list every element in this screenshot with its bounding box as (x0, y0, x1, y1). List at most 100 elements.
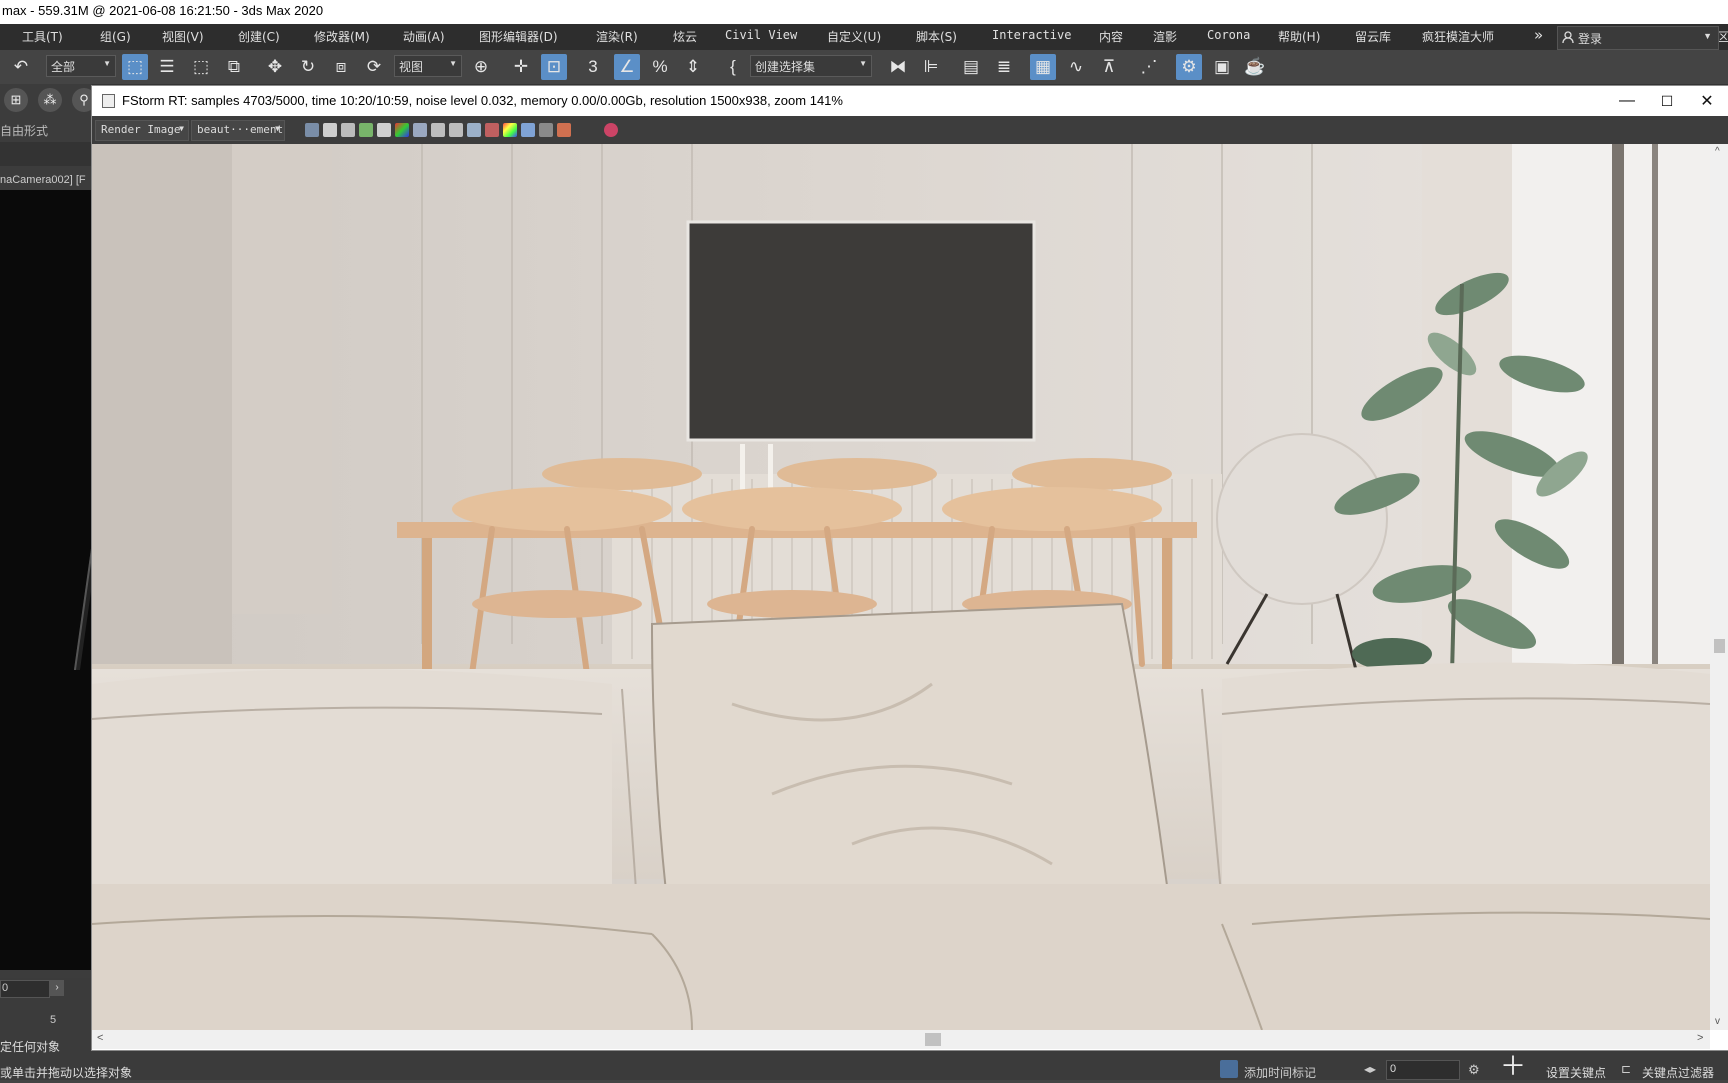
minimize-button[interactable]: — (1607, 90, 1647, 112)
render-setup-icon[interactable]: ⚙ (1176, 54, 1202, 80)
named-selection-sets-dropdown[interactable]: 创建选择集 ▼ (750, 55, 872, 77)
key-filters-button[interactable]: 关键点过滤器 (1642, 1064, 1714, 1081)
select-manipulate-icon[interactable]: ✛ (508, 54, 534, 80)
close-button[interactable]: ✕ (1687, 90, 1727, 112)
particle-icon[interactable]: ⁂ (38, 88, 62, 112)
undo-icon[interactable]: ↶ (8, 54, 34, 80)
named-selection-sets-value: 创建选择集 (755, 60, 816, 74)
window-crossing-icon[interactable]: ⧉ (221, 54, 247, 80)
color-correction-icon[interactable] (503, 123, 517, 137)
menu-tools[interactable]: 工具(T) (22, 28, 63, 45)
keyboard-shortcut-toggle-icon[interactable]: ⊡ (541, 54, 567, 80)
time-tag-icon[interactable] (1220, 1060, 1238, 1078)
maximize-button[interactable]: ☐ (1647, 90, 1687, 112)
select-object-icon[interactable]: ⬚ (122, 54, 148, 80)
menu-modifiers[interactable]: 修改器(M) (314, 28, 370, 45)
menu-group[interactable]: 组(G) (100, 28, 131, 45)
render-mode-dropdown[interactable]: Render Image ▼ (95, 120, 189, 141)
curve-editor-icon[interactable]: ∿ (1063, 54, 1089, 80)
snaps-toggle-icon[interactable]: 3 (580, 54, 606, 80)
angle-snap-icon[interactable]: ∠ (614, 54, 640, 80)
frame-window-title-bar[interactable]: FStorm RT: samples 4703/5000, time 10:20… (92, 86, 1728, 116)
rendered-frame-window-icon[interactable]: ▣ (1209, 54, 1235, 80)
render-update-icon[interactable] (604, 123, 618, 137)
save-image-icon[interactable] (305, 123, 319, 137)
vertical-scrollbar[interactable]: ^ v (1710, 144, 1728, 1030)
selection-filter-dropdown[interactable]: 全部 ▼ (46, 55, 116, 77)
rotate-icon[interactable]: ↻ (295, 54, 321, 80)
vertical-scroll-thumb[interactable] (1714, 639, 1725, 653)
timeline-tick-label: 5 (50, 1014, 57, 1026)
key-mode-icon[interactable]: ⚙ (1468, 1062, 1480, 1078)
menu-liuyunku[interactable]: 留云库 (1355, 28, 1391, 45)
menu-rendering[interactable]: 渲染(R) (596, 28, 638, 45)
menu-animation[interactable]: 动画(A) (403, 28, 445, 45)
set-key-button[interactable]: 设置关键点 (1546, 1064, 1606, 1081)
track-mouse-icon[interactable] (485, 123, 499, 137)
menu-civil-view[interactable]: Civil View (725, 28, 797, 42)
menu-corona[interactable]: Corona (1207, 28, 1250, 42)
copy-icon[interactable] (377, 123, 391, 137)
lens-effects-icon[interactable] (467, 123, 481, 137)
render-element-dropdown[interactable]: beaut···ement ▼ (191, 120, 285, 141)
schematic-view-icon[interactable]: ⋰ (1136, 54, 1162, 80)
render-production-icon[interactable]: ☕ (1242, 54, 1268, 80)
color-channels-icon[interactable] (395, 123, 409, 137)
move-icon[interactable]: ✥ (262, 54, 288, 80)
region-icon[interactable] (449, 123, 463, 137)
scroll-down-icon[interactable]: v (1715, 1016, 1720, 1027)
fit-icon[interactable] (431, 123, 445, 137)
ribbon-toggle-icon[interactable]: ▦ (1030, 54, 1056, 80)
menu-xuanying[interactable]: 渲影 (1153, 28, 1177, 45)
scale-icon[interactable]: ⧈ (328, 54, 354, 80)
menu-graph-editors[interactable]: 图形编辑器(D) (479, 28, 558, 45)
menu-render-master[interactable]: 疯狂模渲大师 (1422, 28, 1494, 45)
menu-customize[interactable]: 自定义(U) (827, 28, 881, 45)
menu-create[interactable]: 创建(C) (238, 28, 280, 45)
select-by-name-icon[interactable]: ☰ (154, 54, 180, 80)
align-icon[interactable]: ⊫ (918, 54, 944, 80)
scroll-right-icon[interactable]: > (1697, 1032, 1703, 1044)
key-filter-icon[interactable]: ⊏ (1621, 1062, 1631, 1076)
key-nav-icon[interactable]: ◂▸ (1364, 1062, 1376, 1076)
scroll-left-icon[interactable]: < (97, 1032, 103, 1044)
compare-icon[interactable] (413, 123, 427, 137)
pivot-center-icon[interactable]: ⊕ (468, 54, 494, 80)
edit-named-selection-icon[interactable]: { (720, 54, 746, 80)
checker-icon[interactable] (539, 123, 553, 137)
refresh-icon[interactable] (359, 123, 373, 137)
percent-snap-icon[interactable]: % (647, 54, 673, 80)
dope-sheet-icon[interactable]: ⊼ (1096, 54, 1122, 80)
layer-explorer-icon[interactable]: ≣ (991, 54, 1017, 80)
menu-scripting[interactable]: 脚本(S) (916, 28, 957, 45)
menu-interactive[interactable]: Interactive (992, 28, 1071, 42)
current-frame-field[interactable]: 0 (1386, 1060, 1460, 1080)
viewport-label[interactable]: naCamera002] [F (0, 174, 86, 186)
camera-viewport[interactable]: naCamera002] [F (0, 174, 109, 970)
stop-render-icon[interactable] (557, 123, 571, 137)
scroll-up-icon[interactable]: ^ (1715, 146, 1720, 157)
rendered-image[interactable] (92, 144, 1710, 1030)
add-time-tag[interactable]: 添加时间标记 (1244, 1064, 1316, 1081)
clone-frame-icon[interactable] (341, 123, 355, 137)
scene-explorer-icon[interactable]: ▤ (958, 54, 984, 80)
spinner-snap-icon[interactable]: ⇕ (680, 54, 706, 80)
place-icon[interactable]: ⟳ (361, 54, 387, 80)
rectangular-region-icon[interactable]: ⬚ (188, 54, 214, 80)
menu-xuanyun[interactable]: 炫云 (673, 28, 697, 45)
horizontal-scroll-thumb[interactable] (925, 1033, 941, 1046)
print-icon[interactable] (323, 123, 337, 137)
login-dropdown[interactable]: 登录 ▼ (1557, 26, 1719, 50)
frame-input[interactable]: 0 (0, 980, 50, 998)
menu-views[interactable]: 视图(V) (162, 28, 204, 45)
menu-content[interactable]: 内容 (1099, 28, 1123, 45)
next-frame-icon[interactable]: › (50, 980, 64, 996)
history-icon[interactable] (521, 123, 535, 137)
create-icon[interactable]: ⊞ (4, 88, 28, 112)
menu-help[interactable]: 帮助(H) (1278, 28, 1320, 45)
reference-coordinate-dropdown[interactable]: 视图 ▼ (394, 55, 462, 77)
horizontal-scrollbar[interactable]: < > (92, 1030, 1710, 1049)
rendered-frame-window: FStorm RT: samples 4703/5000, time 10:20… (91, 85, 1728, 1051)
menu-overflow-icon[interactable]: » (1534, 26, 1543, 44)
mirror-icon[interactable]: ⧓ (885, 54, 911, 80)
